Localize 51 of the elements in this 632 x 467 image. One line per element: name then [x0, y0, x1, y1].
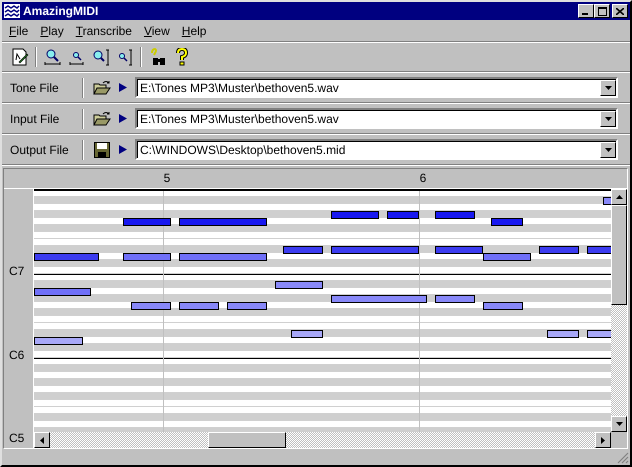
file-label: Tone File	[10, 80, 60, 94]
open-folder-icon	[92, 110, 110, 126]
scroll-thumb[interactable]	[208, 432, 286, 448]
play-icon	[119, 145, 127, 154]
menu-item[interactable]: Help	[176, 24, 212, 38]
open-folder-icon	[92, 80, 110, 96]
file-path-combo[interactable]: C:\WINDOWS\Desktop\bethoven5.mid	[135, 139, 618, 160]
maximize-button[interactable]	[594, 4, 610, 18]
dropdown-button[interactable]	[600, 142, 616, 158]
magnifier-icon	[44, 48, 62, 66]
caret-icon	[604, 86, 612, 90]
down-arrow-icon	[616, 422, 622, 426]
scroll-thumb[interactable]	[611, 205, 627, 305]
menu-item[interactable]: File	[4, 24, 34, 38]
horizontal-scrollbar[interactable]	[34, 432, 627, 448]
right-arrow-icon	[601, 436, 605, 444]
document-pencil-icon	[10, 48, 28, 66]
caret-icon	[604, 116, 612, 120]
file-label: Input File	[10, 112, 60, 126]
scroll-right-button[interactable]	[595, 432, 611, 448]
dropdown-button[interactable]	[600, 110, 616, 126]
menu-item[interactable]: View	[138, 24, 175, 38]
binoculars-icon	[148, 48, 166, 66]
play-icon	[119, 114, 127, 123]
measure-number: 5	[162, 171, 172, 185]
menu-item[interactable]: Transcribe	[70, 24, 137, 38]
pitch-label: C5	[9, 431, 24, 445]
caret-icon	[604, 148, 612, 152]
scrollbar-corner	[611, 432, 627, 448]
play-icon	[119, 83, 127, 92]
minimize-button[interactable]	[578, 4, 594, 18]
scroll-left-button[interactable]	[34, 432, 50, 448]
close-icon	[616, 8, 624, 14]
close-button[interactable]	[612, 4, 628, 18]
maximize-icon	[598, 6, 606, 16]
scroll-down-button[interactable]	[611, 416, 627, 432]
left-arrow-icon	[40, 436, 44, 444]
pitch-label: C6	[9, 348, 24, 362]
measure-number: 6	[418, 171, 428, 185]
dropdown-button[interactable]	[600, 80, 616, 96]
up-arrow-icon	[616, 195, 622, 199]
pitch-label: C7	[9, 264, 24, 278]
resize-grip-icon[interactable]	[617, 452, 629, 464]
file-path-combo[interactable]: E:\Tones MP3\Muster\bethoven5.wav	[135, 108, 618, 129]
scroll-up-button[interactable]	[611, 189, 627, 205]
file-label: Output File	[10, 142, 70, 156]
window-title: AmazingMIDI	[23, 4, 100, 18]
menu-item[interactable]: Play	[35, 24, 69, 38]
file-path-combo[interactable]: E:\Tones MP3\Muster\bethoven5.wav	[135, 77, 618, 98]
magnifier-icon	[92, 48, 110, 66]
vertical-scrollbar[interactable]	[611, 189, 627, 432]
